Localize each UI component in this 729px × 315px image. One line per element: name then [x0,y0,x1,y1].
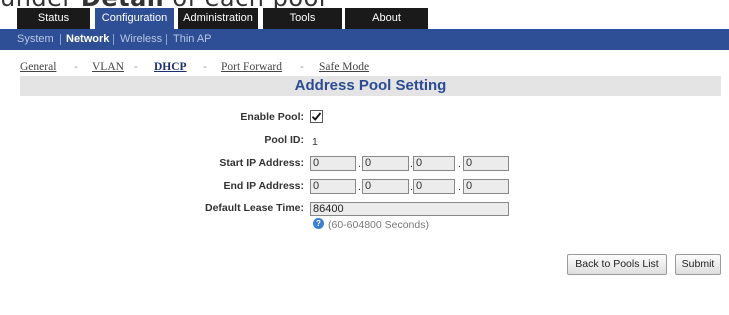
ip-dot-separator: . [358,181,362,193]
ip-dot-separator: . [458,158,462,170]
subnav-divider [113,34,114,45]
breadcrumb-dhcp[interactable]: DHCP [154,61,187,73]
lease-time-hint: (60-604800 Seconds) [328,219,429,231]
start-ip-octet-4[interactable]: 0 [463,156,509,171]
start-ip-octet-3[interactable]: 0 [413,156,455,171]
tab-tools[interactable]: Tools [263,8,342,29]
ip-dot-separator: . [358,158,362,170]
end-ip-octet-3[interactable]: 0 [413,179,455,194]
subnav-wireless[interactable]: Wireless [120,29,162,49]
pool-id-value: 1 [312,136,318,148]
breadcrumb-general[interactable]: General [20,61,56,73]
subnav-system[interactable]: System [17,29,54,49]
tab-administration[interactable]: Administration [178,8,258,29]
enable-pool-label: Enable Pool: [240,111,304,123]
subnav-thin-ap[interactable]: Thin AP [173,29,212,49]
ip-dot-separator: . [458,181,462,193]
enable-pool-checkbox[interactable] [310,110,323,123]
end-ip-octet-2[interactable]: 0 [362,179,409,194]
submit-button[interactable]: Submit [675,254,721,275]
lease-time-label: Default Lease Time: [204,202,304,214]
breadcrumb-separator: - [203,61,207,73]
breadcrumb-separator: - [134,61,138,73]
breadcrumb-safe-mode[interactable]: Safe Mode [319,61,369,73]
breadcrumb-vlan[interactable]: VLAN [92,61,124,73]
subnav-network[interactable]: Network [66,29,109,49]
pool-id-label: Pool ID: [264,134,304,146]
subnav-divider [60,34,61,45]
end-ip-octet-4[interactable]: 0 [463,179,509,194]
lease-time-input[interactable]: 86400 [310,202,509,216]
tab-status[interactable]: Status [17,8,90,29]
end-ip-octet-1[interactable]: 0 [310,179,356,194]
question-circle-icon[interactable]: ? [313,218,324,229]
tab-about[interactable]: About [345,8,428,29]
subnav-divider [166,34,167,45]
breadcrumb-port-forward[interactable]: Port Forward [221,61,282,73]
start-ip-octet-2[interactable]: 0 [362,156,409,171]
start-ip-octet-1[interactable]: 0 [310,156,356,171]
cropped-heading-text: under Detail of each pool [0,0,326,12]
sub-navigation-bar: System Network Wireless Thin AP [0,29,729,50]
page-title: Address Pool Setting [20,76,721,96]
tab-configuration[interactable]: Configuration [95,8,174,29]
start-ip-label: Start IP Address: [219,157,304,169]
breadcrumb-separator: - [74,61,78,73]
top-tab-bar: Status Configuration Administration Tool… [0,8,729,29]
breadcrumb-separator: - [300,61,304,73]
back-to-pools-list-button[interactable]: Back to Pools List [567,254,667,275]
end-ip-label: End IP Address: [223,180,304,192]
